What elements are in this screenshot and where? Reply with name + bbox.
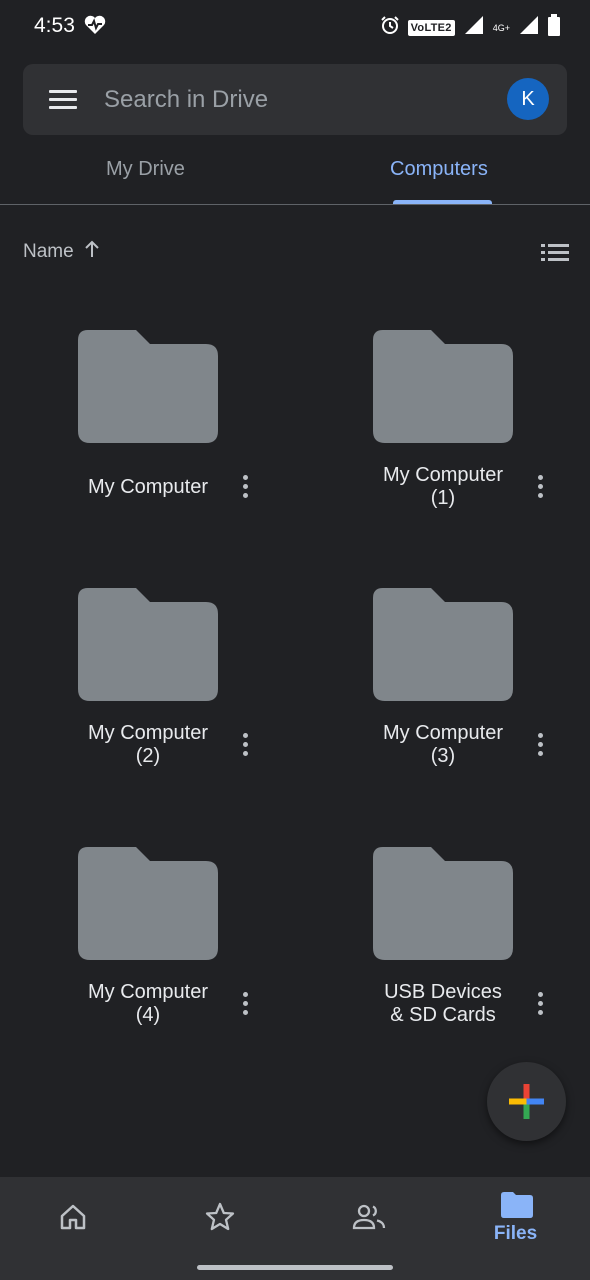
battery-icon xyxy=(548,14,560,41)
grid-item[interactable]: USB Devices & SD Cards xyxy=(295,847,590,1077)
folder-icon[interactable] xyxy=(373,847,513,960)
grid-item[interactable]: My Computer (2) xyxy=(0,588,295,818)
volte-badge: VoLTE2 xyxy=(407,19,455,36)
item-label[interactable]: My Computer (1) xyxy=(343,464,543,510)
folder-icon[interactable] xyxy=(78,847,218,960)
tab-my-drive[interactable]: My Drive xyxy=(106,158,185,181)
tab-bar: My Drive Computers xyxy=(0,146,590,205)
item-label[interactable]: My Computer (4) xyxy=(48,981,248,1027)
plus-icon xyxy=(509,1084,544,1119)
folder-icon[interactable] xyxy=(78,588,218,701)
search-bar[interactable]: Search in Drive K xyxy=(23,64,567,135)
more-options-icon[interactable] xyxy=(535,733,545,761)
folder-icon[interactable] xyxy=(373,588,513,701)
status-time: 4:53 xyxy=(34,14,75,37)
home-icon xyxy=(60,1204,86,1230)
grid-item[interactable]: My Computer (3) xyxy=(295,588,590,818)
tab-computers[interactable]: Computers xyxy=(390,158,488,181)
health-icon xyxy=(84,15,106,40)
gesture-bar[interactable] xyxy=(197,1265,393,1270)
nav-files[interactable]: Files xyxy=(442,1177,589,1280)
sort-button[interactable]: Name xyxy=(23,240,100,264)
signal-badge: 4G+ xyxy=(492,22,510,33)
arrow-up-icon xyxy=(84,240,100,264)
nav-files-label: Files xyxy=(493,1223,538,1244)
tab-indicator xyxy=(393,200,492,204)
more-options-icon[interactable] xyxy=(535,475,545,503)
grid-item[interactable]: My Computer xyxy=(0,330,295,560)
grid-item[interactable]: My Computer (4) xyxy=(0,847,295,1077)
new-fab-button[interactable] xyxy=(487,1062,566,1141)
signal-2-icon xyxy=(518,14,540,41)
more-options-icon[interactable] xyxy=(240,733,250,761)
item-label[interactable]: My Computer (2) xyxy=(48,722,248,768)
list-view-icon[interactable] xyxy=(541,242,569,262)
nav-home[interactable] xyxy=(0,1177,147,1280)
shared-icon xyxy=(352,1204,386,1230)
status-bar: 4:53 VoLTE2 4G+ xyxy=(0,0,590,52)
grid-item[interactable]: My Computer (1) xyxy=(295,330,590,560)
search-placeholder[interactable]: Search in Drive xyxy=(104,86,268,114)
more-options-icon[interactable] xyxy=(240,475,250,503)
folder-icon[interactable] xyxy=(373,330,513,443)
alarm-icon xyxy=(380,15,400,40)
more-options-icon[interactable] xyxy=(240,992,250,1020)
signal-icon xyxy=(463,14,485,41)
item-label[interactable]: USB Devices & SD Cards xyxy=(343,981,543,1027)
account-avatar[interactable]: K xyxy=(507,78,549,120)
star-icon xyxy=(205,1202,235,1231)
folder-icon[interactable] xyxy=(78,330,218,443)
item-label[interactable]: My Computer xyxy=(48,476,248,499)
menu-icon[interactable] xyxy=(49,90,77,110)
item-label[interactable]: My Computer (3) xyxy=(343,722,543,768)
more-options-icon[interactable] xyxy=(535,992,545,1020)
folder-icon xyxy=(501,1192,533,1218)
sort-label: Name xyxy=(23,241,74,262)
